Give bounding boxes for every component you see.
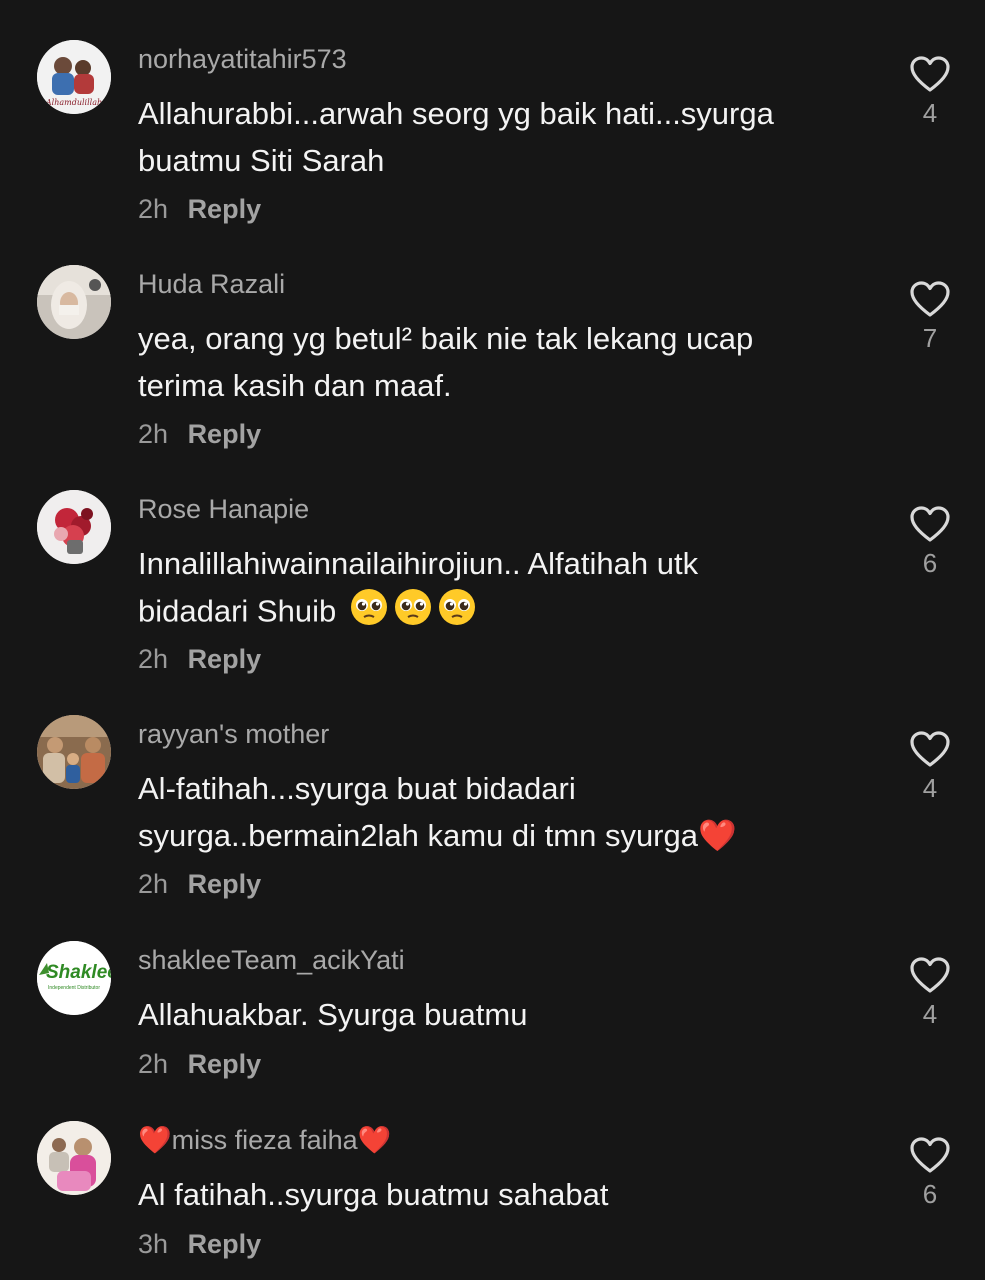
comment-time: 2h	[138, 194, 169, 224]
comment-time: 2h	[138, 644, 169, 674]
comment-time: 2h	[138, 419, 169, 449]
comment-text-line: Allahuakbar. Syurga buatmu	[138, 997, 528, 1032]
avatar[interactable]: Alhamdulillah	[37, 40, 111, 114]
red-heart-emoji: ❤️	[697, 818, 737, 853]
comment-text-line: Innalillahiwainnailaihirojiun.. Alfatiha…	[138, 546, 699, 581]
heart-outline-icon[interactable]	[908, 279, 952, 319]
comments-screen: Alhamdulillah norhayatitahir573 Allahura…	[0, 0, 985, 1280]
comment-username-text[interactable]: miss fieza faiha	[172, 1125, 358, 1155]
avatar[interactable]	[37, 490, 111, 564]
comment-text-line: buatmu Siti Sarah	[138, 143, 385, 178]
avatar[interactable]	[37, 1121, 111, 1195]
like-button[interactable]: 7	[904, 279, 956, 353]
heart-outline-icon[interactable]	[908, 729, 952, 769]
comment-meta: 3h Reply	[138, 1227, 261, 1261]
comment-meta: 2h Reply	[138, 192, 261, 226]
comment-meta: 2h Reply	[138, 1047, 261, 1081]
like-button[interactable]: 4	[904, 729, 956, 803]
comment-text-line: terima kasih dan maaf.	[138, 368, 452, 403]
like-button[interactable]: 4	[904, 54, 956, 128]
comment-text-line: syurga..bermain2lah kamu di tmn syurga	[138, 818, 698, 853]
comment-username[interactable]: rayyan's mother	[138, 717, 329, 751]
comment-username[interactable]: Rose Hanapie	[138, 492, 309, 526]
comment-text: Innalillahiwainnailaihirojiun.. Alfatiha…	[138, 540, 838, 640]
like-count: 4	[922, 999, 938, 1029]
avatar-logo-text: Shaklee	[46, 962, 111, 983]
red-heart-emoji: ❤️	[138, 1125, 172, 1155]
like-button[interactable]: 6	[904, 504, 956, 578]
comment-text-line: Al fatihah..syurga buatmu sahabat	[138, 1177, 609, 1212]
reply-button[interactable]: Reply	[188, 419, 262, 449]
red-heart-emoji: ❤️	[357, 1125, 392, 1155]
avatar[interactable]	[37, 265, 111, 339]
reply-button[interactable]: Reply	[188, 644, 262, 674]
comment-meta: 2h Reply	[138, 417, 261, 451]
comment-text: Allahuakbar. Syurga buatmu	[138, 991, 838, 1038]
heart-outline-icon[interactable]	[908, 955, 952, 995]
pleading-face-emoji	[349, 587, 389, 640]
comment-meta: 2h Reply	[138, 867, 261, 901]
comment-username[interactable]: ❤️miss fieza faiha❤️	[138, 1123, 391, 1157]
heart-outline-icon[interactable]	[908, 504, 952, 544]
reply-button[interactable]: Reply	[188, 1049, 262, 1079]
like-count: 4	[922, 773, 938, 803]
avatar[interactable]: Shaklee Independent Distributor	[37, 941, 111, 1015]
comment-text: Allahurabbi...arwah seorg yg baik hati..…	[138, 90, 838, 184]
pleading-face-emoji	[393, 587, 433, 640]
comment-username[interactable]: shakleeTeam_acikYati	[138, 943, 405, 977]
comment-time: 2h	[138, 1049, 169, 1079]
comment-text-line: Al-fatihah...syurga buat bidadari	[138, 771, 576, 806]
comment-text: Al fatihah..syurga buatmu sahabat	[138, 1171, 838, 1218]
comment-text-line: bidadari Shuib	[138, 593, 337, 629]
like-count: 7	[922, 323, 938, 353]
like-count: 6	[922, 548, 938, 578]
comment-username[interactable]: Huda Razali	[138, 267, 285, 301]
comment-username[interactable]: norhayatitahir573	[138, 42, 347, 76]
like-button[interactable]: 6	[904, 1135, 956, 1209]
comment-time: 2h	[138, 869, 169, 899]
reply-button[interactable]: Reply	[188, 869, 262, 899]
like-count: 6	[922, 1179, 938, 1209]
avatar-logo-subtext: Independent Distributor	[48, 985, 100, 991]
reply-button[interactable]: Reply	[188, 194, 262, 224]
like-count: 4	[922, 98, 938, 128]
like-button[interactable]: 4	[904, 955, 956, 1029]
heart-outline-icon[interactable]	[908, 1135, 952, 1175]
comment-text: yea, orang yg betul² baik nie tak lekang…	[138, 315, 838, 409]
avatar-logo-text: Alhamdulillah	[45, 98, 102, 107]
pleading-face-emoji	[437, 587, 477, 640]
comment-text-line: Allahurabbi...arwah seorg yg baik hati..…	[138, 96, 774, 131]
reply-button[interactable]: Reply	[188, 1229, 262, 1259]
comment-time: 3h	[138, 1229, 169, 1259]
heart-outline-icon[interactable]	[908, 54, 952, 94]
comment-text-line: yea, orang yg betul² baik nie tak lekang…	[138, 321, 754, 356]
avatar[interactable]	[37, 715, 111, 789]
comment-text: Al-fatihah...syurga buat bidadari syurga…	[138, 765, 838, 859]
comment-meta: 2h Reply	[138, 642, 261, 676]
